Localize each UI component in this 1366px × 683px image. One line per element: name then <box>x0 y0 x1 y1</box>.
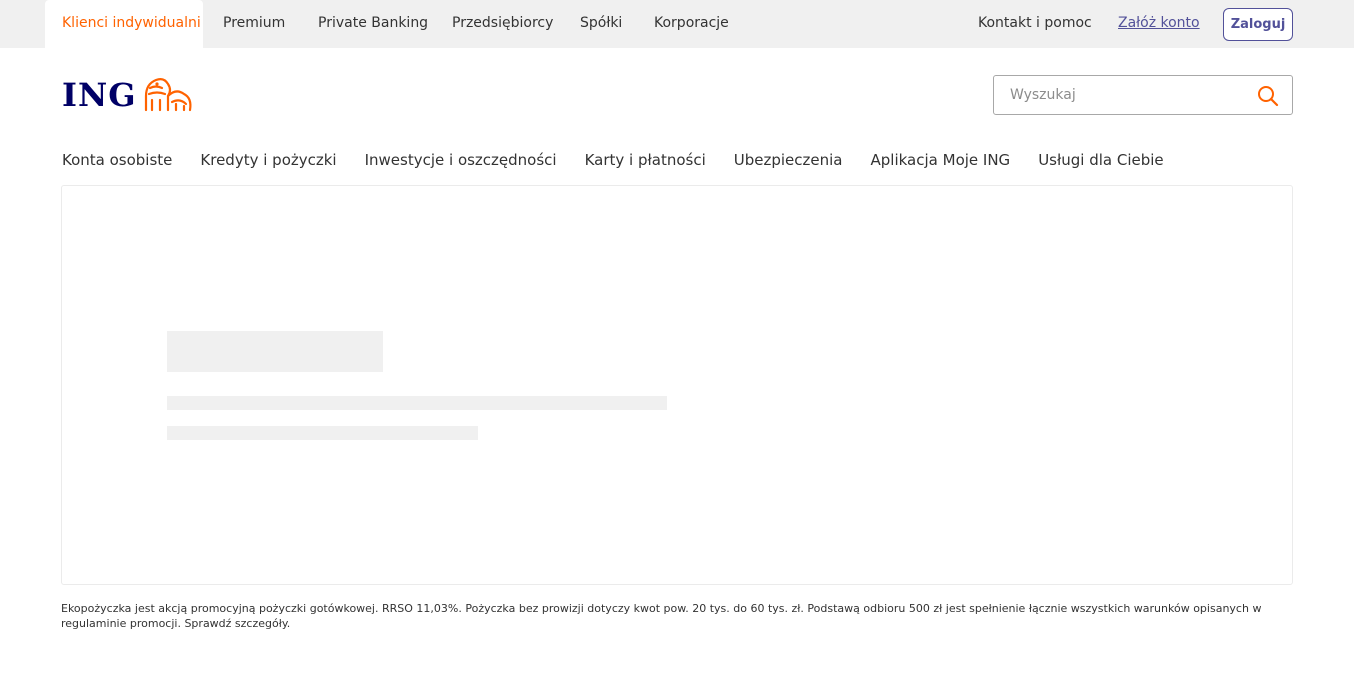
ing-logo[interactable]: ING <box>62 76 194 114</box>
segment-tab-przedsiebiorcy[interactable]: Przedsiębiorcy <box>452 0 553 48</box>
search-box <box>993 75 1293 115</box>
segment-tab-korporacje[interactable]: Korporacje <box>654 0 729 48</box>
segment-tab-spolki[interactable]: Spółki <box>580 0 622 48</box>
nav-inwestycje-i-oszczednosci[interactable]: Inwestycje i oszczędności <box>365 146 557 174</box>
skeleton-line <box>167 396 667 410</box>
nav-karty-i-platnosci[interactable]: Karty i płatności <box>585 146 706 174</box>
segment-bar: Klienci indywidualni Premium Private Ban… <box>0 0 1354 48</box>
segment-tab-klienci-indywidualni[interactable]: Klienci indywidualni <box>45 0 203 48</box>
segment-tab-premium[interactable]: Premium <box>223 0 285 48</box>
nav-aplikacja-moje-ing[interactable]: Aplikacja Moje ING <box>871 146 1011 174</box>
search-input[interactable] <box>995 77 1245 113</box>
nav-kredyty-i-pozyczki[interactable]: Kredyty i pożyczki <box>200 146 336 174</box>
login-button[interactable]: Zaloguj <box>1223 8 1293 41</box>
skeleton-line <box>167 426 478 440</box>
contact-link[interactable]: Kontakt i pomoc <box>978 0 1092 48</box>
promo-disclaimer: Ekopożyczka jest akcją promocyjną pożycz… <box>61 602 1262 630</box>
skeleton-title <box>167 331 383 372</box>
search-icon[interactable] <box>1257 85 1279 107</box>
open-account-link[interactable]: Załóż konto <box>1118 0 1200 48</box>
lion-logo-icon <box>144 78 192 112</box>
main-navigation: Konta osobiste Kredyty i pożyczki Inwest… <box>62 146 1164 174</box>
segment-tab-private-banking[interactable]: Private Banking <box>318 0 428 48</box>
nav-konta-osobiste[interactable]: Konta osobiste <box>62 146 172 174</box>
promo-banner-placeholder <box>61 185 1293 585</box>
nav-ubezpieczenia[interactable]: Ubezpieczenia <box>734 146 843 174</box>
logo-text: ING <box>62 76 137 114</box>
nav-uslugi-dla-ciebie[interactable]: Usługi dla Ciebie <box>1038 146 1163 174</box>
